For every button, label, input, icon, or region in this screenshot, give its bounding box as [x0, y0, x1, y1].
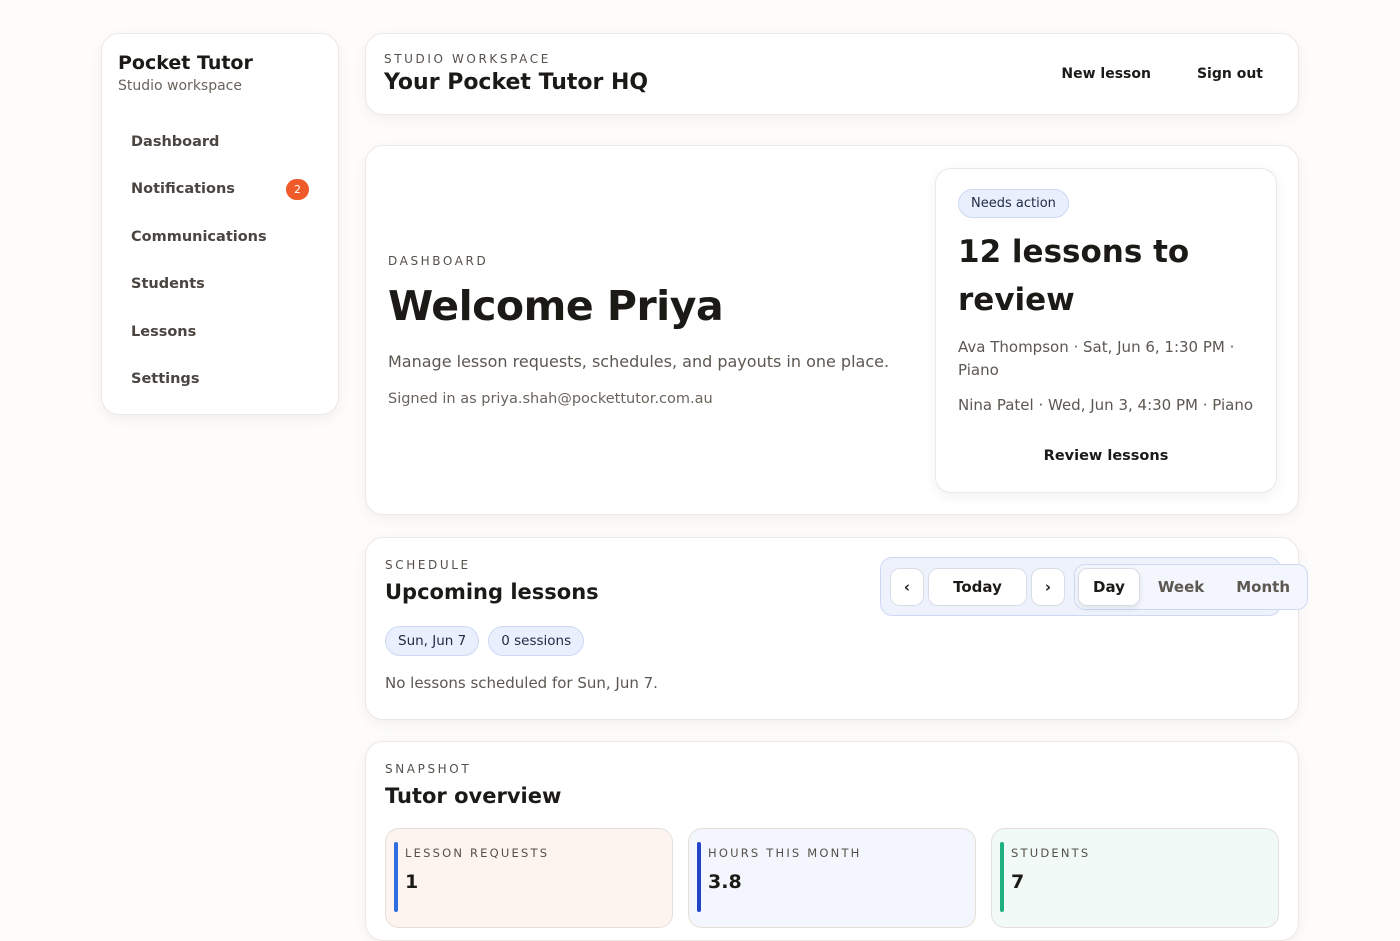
stat-value: 3.8 [708, 871, 742, 893]
welcome-block: DASHBOARD Welcome Priya Manage lesson re… [388, 254, 908, 407]
sessions-chip: 0 sessions [488, 626, 585, 656]
notifications-count-badge: 2 [286, 178, 309, 200]
empty-schedule-message: No lessons scheduled for Sun, Jun 7. [385, 674, 658, 692]
stat-value: 7 [1011, 871, 1025, 893]
review-lessons-button[interactable]: Review lessons [936, 448, 1276, 464]
sidebar-item-communications[interactable]: Communications [118, 213, 322, 261]
view-month-tab[interactable]: Month [1222, 568, 1304, 606]
sidebar-item-label: Communications [131, 228, 267, 245]
snapshot-title: Tutor overview [385, 784, 562, 808]
stat-label: LESSON REQUESTS [405, 846, 550, 860]
sidebar-item-lessons[interactable]: Lessons [118, 308, 322, 356]
new-lesson-button[interactable]: New lesson [1061, 66, 1151, 82]
sidebar-item-students[interactable]: Students [118, 261, 322, 309]
view-switcher: Day Week Month [1074, 563, 1308, 610]
sidebar-item-dashboard[interactable]: Dashboard [118, 118, 322, 166]
sidebar: Pocket Tutor Studio workspace Dashboard … [101, 33, 339, 415]
brand-title: Pocket Tutor [118, 52, 253, 74]
date-navigation: ‹ Today › [890, 567, 1065, 606]
view-day-tab[interactable]: Day [1078, 567, 1140, 606]
welcome-hero: DASHBOARD Welcome Priya Manage lesson re… [365, 145, 1299, 515]
header-actions: New lesson Sign out [1061, 66, 1263, 82]
view-week-tab[interactable]: Week [1144, 568, 1218, 606]
stat-label: STUDENTS [1011, 846, 1091, 860]
review-lesson-item: Ava Thompson · Sat, Jun 6, 1:30 PM · Pia… [958, 338, 1235, 379]
sidebar-item-label: Students [131, 276, 205, 293]
chevron-right-icon[interactable]: › [1031, 567, 1065, 606]
stat-value: 1 [405, 871, 419, 893]
sidebar-nav: Dashboard Notifications 2 Communications… [118, 118, 322, 403]
sign-out-button[interactable]: Sign out [1197, 66, 1263, 82]
review-lesson-item: Nina Patel · Wed, Jun 3, 4:30 PM · Piano [958, 396, 1254, 414]
today-button[interactable]: Today [928, 567, 1027, 606]
schedule-chips: Sun, Jun 7 0 sessions [385, 626, 1279, 656]
calendar-controls: ‹ Today › Day Week Month [880, 557, 1308, 616]
welcome-title: Welcome Priya [388, 282, 724, 330]
needs-action-pill: Needs action [958, 189, 1069, 218]
sidebar-item-label: Lessons [131, 323, 197, 340]
welcome-description: Manage lesson requests, schedules, and p… [388, 352, 890, 371]
review-card: Needs action 12 lessons to review Ava Th… [935, 168, 1277, 493]
stat-accent-bar [697, 842, 701, 912]
chevron-left-icon[interactable]: ‹ [890, 567, 924, 606]
sidebar-item-label: Notifications [131, 181, 235, 198]
stat-lesson-requests: LESSON REQUESTS 1 [385, 828, 673, 928]
sidebar-item-label: Dashboard [131, 133, 220, 150]
sidebar-item-settings[interactable]: Settings [118, 356, 322, 404]
stat-label: HOURS THIS MONTH [708, 846, 862, 860]
top-header: STUDIO WORKSPACE Your Pocket Tutor HQ Ne… [365, 33, 1299, 115]
header-eyebrow: STUDIO WORKSPACE [384, 52, 551, 66]
brand-subtitle: Studio workspace [118, 78, 242, 94]
sidebar-item-label: Settings [131, 371, 200, 388]
snapshot-card: SNAPSHOT Tutor overview LESSON REQUESTS … [365, 741, 1299, 941]
sidebar-item-notifications[interactable]: Notifications 2 [118, 166, 322, 214]
schedule-card: SCHEDULE Upcoming lessons Sun, Jun 7 0 s… [365, 537, 1308, 720]
snapshot-eyebrow: SNAPSHOT [385, 762, 472, 776]
signed-in-text: Signed in as priya.shah@pockettutor.com.… [388, 391, 713, 407]
stat-accent-bar [1000, 842, 1004, 912]
stat-students: STUDENTS 7 [991, 828, 1279, 928]
stat-accent-bar [394, 842, 398, 912]
review-title: 12 lessons to review [958, 234, 1190, 318]
date-chip: Sun, Jun 7 [385, 626, 480, 656]
stat-hours-this-month: HOURS THIS MONTH 3.8 [688, 828, 976, 928]
hero-eyebrow: DASHBOARD [388, 254, 489, 268]
stat-tiles: LESSON REQUESTS 1 HOURS THIS MONTH 3.8 S… [385, 828, 1279, 928]
